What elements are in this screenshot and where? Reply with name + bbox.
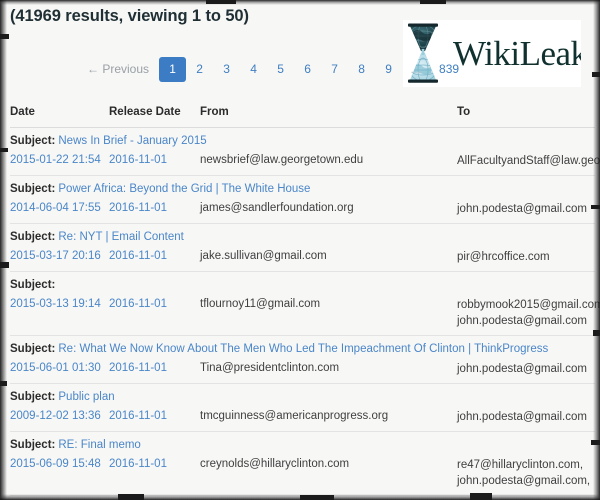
results-table: Date Release Date From To Subject: News I… (10, 104, 600, 496)
cell-from: Tina@presidentclinton.com (200, 362, 340, 374)
row-metadata: 2015-06-01 01:30 2016-11-01 Tina@preside… (10, 362, 595, 377)
pagination-page-6[interactable]: 6 (294, 57, 321, 82)
cell-to-line: john.podesta@gmail.com (457, 363, 587, 375)
pagination-page-1[interactable]: 1 (159, 57, 187, 82)
table-row[interactable]: Subject: Power Africa: Beyond the Grid | … (10, 176, 595, 224)
pagination-page-5[interactable]: 5 (267, 57, 294, 82)
subject-label: Subject: (10, 343, 56, 355)
cell-to-line: robbymook2015@gmail.com, (457, 299, 600, 311)
cell-to-line: re47@hillaryclinton.com, (457, 459, 584, 471)
cell-to: pir@hrcoffice.com (457, 250, 550, 266)
cell-release-date[interactable]: 2016-11-01 (109, 362, 167, 374)
page-content: (41969 results, viewing 1 to 50) WikiLea… (0, 0, 600, 500)
pagination-page-2[interactable]: 2 (186, 57, 213, 82)
subject-label: Subject: (10, 439, 56, 451)
pagination-page-9[interactable]: 9 (375, 57, 402, 82)
cell-date[interactable]: 2015-03-13 19:14 (10, 298, 101, 310)
table-row[interactable]: Subject: RE: Final memo 2015-06-09 15:48 … (10, 432, 595, 496)
cell-from: jake.sullivan@gmail.com (200, 250, 327, 262)
column-header-to[interactable]: To (457, 106, 470, 118)
row-metadata: 2014-06-04 17:55 2016-11-01 james@sandle… (10, 202, 595, 217)
subject-label: Subject: (10, 279, 56, 291)
cell-to-line: john.podesta@gmail.com (457, 203, 587, 215)
cell-from: newsbrief@law.georgetown.edu (200, 154, 364, 166)
table-row[interactable]: Subject: Re: What We Now Know About The M… (10, 336, 595, 384)
cell-release-date[interactable]: 2016-11-01 (109, 250, 167, 262)
cell-date[interactable]: 2015-06-09 15:48 (10, 458, 101, 470)
subject-link[interactable]: Public plan (58, 391, 114, 403)
cell-release-date[interactable]: 2016-11-01 (109, 410, 167, 422)
pagination-page-3[interactable]: 3 (213, 57, 240, 82)
row-metadata: 2009-12-02 13:36 2016-11-01 tmcguinness@… (10, 410, 595, 425)
wikileaks-wordmark: WikiLeaks (453, 33, 581, 73)
cell-to-line: AllFacultyandStaff@law.georget (457, 155, 600, 167)
cell-to-line: john.podesta@gmail.com (457, 314, 587, 327)
pagination-ellipsis: … (410, 62, 424, 76)
cell-to: john.podesta@gmail.com (457, 202, 587, 218)
cell-from: creynolds@hillaryclinton.com (200, 458, 350, 470)
table-header-row: Date Release Date From To (10, 104, 595, 128)
cell-from: tmcguinness@americanprogress.org (200, 410, 389, 422)
cell-release-date[interactable]: 2016-11-01 (109, 202, 167, 214)
pagination-page-4[interactable]: 4 (240, 57, 267, 82)
cell-from: james@sandlerfoundation.org (200, 202, 354, 214)
row-metadata: 2015-03-17 20:16 2016-11-01 jake.sulliva… (10, 250, 595, 265)
cell-release-date[interactable]: 2016-11-01 (109, 298, 167, 310)
table-row[interactable]: Subject: News In Brief - January 2015 201… (10, 128, 600, 176)
subject-link[interactable]: Re: What We Now Know About The Men Who L… (58, 343, 548, 355)
cell-date[interactable]: 2015-01-22 21:54 (10, 154, 101, 166)
subject-link[interactable]: News In Brief - January 2015 (58, 135, 206, 147)
cell-release-date[interactable]: 2016-11-01 (109, 154, 167, 166)
cell-from: tflournoy11@gmail.com (200, 298, 321, 310)
subject-label: Subject: (10, 183, 56, 195)
cell-date[interactable]: 2015-06-01 01:30 (10, 362, 101, 374)
subject-label: Subject: (10, 135, 56, 147)
row-metadata: 2015-03-13 19:14 2016-11-01 tflournoy11@… (10, 298, 600, 329)
subject-link[interactable]: Re: NYT | Email Content (58, 231, 184, 243)
cell-to: AllFacultyandStaff@law.georget (457, 154, 600, 170)
email-subject: Subject: (10, 279, 595, 291)
row-metadata: 2015-06-09 15:48 2016-11-01 creynolds@hi… (10, 458, 595, 489)
row-metadata: 2015-01-22 21:54 2016-11-01 newsbrief@la… (10, 154, 600, 169)
cell-to-line: pir@hrcoffice.com (457, 251, 550, 263)
subject-label: Subject: (10, 231, 56, 243)
email-subject: Subject: Re: NYT | Email Content (10, 231, 595, 243)
pagination: ← Previous 1 2 3 4 5 6 7 8 9 … 839 (86, 57, 467, 82)
pagination-previous[interactable]: ← Previous (86, 57, 159, 82)
email-subject: Subject: Re: What We Now Know About The M… (10, 343, 595, 355)
cell-date[interactable]: 2009-12-02 13:36 (10, 410, 101, 422)
cell-to: john.podesta@gmail.com (457, 410, 587, 426)
email-subject: Subject: Public plan (10, 391, 595, 403)
wikileaks-search-results-page: (41969 results, viewing 1 to 50) WikiLea… (0, 0, 600, 500)
column-header-from[interactable]: From (200, 106, 229, 118)
subject-link[interactable]: RE: Final memo (58, 439, 140, 451)
cell-date[interactable]: 2014-06-04 17:55 (10, 202, 101, 214)
pagination-page-7[interactable]: 7 (321, 57, 348, 82)
email-subject: Subject: Power Africa: Beyond the Grid | … (10, 183, 595, 195)
column-header-date[interactable]: Date (10, 106, 35, 118)
cell-to: john.podesta@gmail.com (457, 362, 587, 378)
table-row[interactable]: Subject: Public plan 2009-12-02 13:36 201… (10, 384, 595, 432)
cell-to: robbymook2015@gmail.com, john.podesta@gm… (457, 298, 600, 329)
subject-label: Subject: (10, 391, 56, 403)
results-summary: (41969 results, viewing 1 to 50) (10, 7, 249, 25)
email-subject: Subject: RE: Final memo (10, 439, 595, 451)
column-header-release-date[interactable]: Release Date (109, 106, 181, 118)
table-row[interactable]: Subject: 2015-03-13 19:14 2016-11-01 tfl… (10, 272, 600, 336)
cell-to-line: john.podesta@gmail.com (457, 411, 587, 423)
subject-link[interactable]: Power Africa: Beyond the Grid | The Whit… (58, 183, 310, 195)
cell-date[interactable]: 2015-03-17 20:16 (10, 250, 101, 262)
pagination-page-8[interactable]: 8 (348, 57, 375, 82)
table-row[interactable]: Subject: Re: NYT | Email Content 2015-03-… (10, 224, 595, 272)
cell-to: re47@hillaryclinton.com, john.podesta@gm… (457, 458, 590, 489)
cell-release-date[interactable]: 2016-11-01 (109, 458, 167, 470)
cell-to-line: john.podesta@gmail.com, (457, 474, 591, 487)
pagination-last-page[interactable]: 839 (431, 57, 467, 82)
email-subject: Subject: News In Brief - January 2015 (10, 135, 595, 147)
